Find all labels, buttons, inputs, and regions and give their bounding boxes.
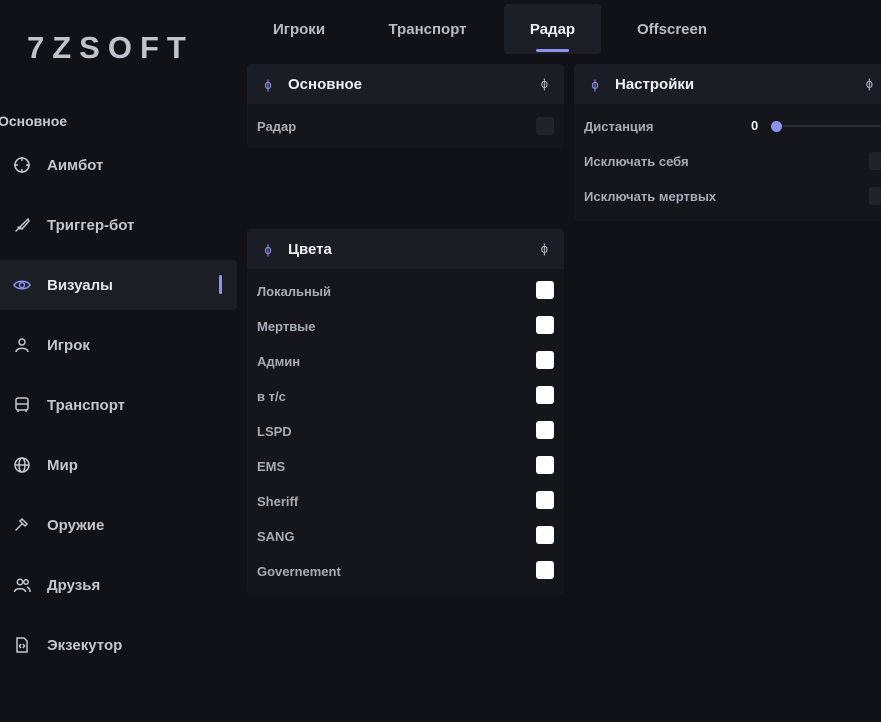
exclude-self-checkbox[interactable] [869, 152, 881, 170]
color-swatch[interactable] [536, 491, 554, 509]
color-label: в т/с [257, 388, 286, 404]
sidebar-item-label: Игрок [47, 336, 90, 354]
sidebar-item-weapons[interactable]: Оружие [0, 500, 237, 550]
app-window: 7ZSOFT Основное Аимбот Триггер-бот Визуа… [0, 0, 881, 722]
color-row-admin: Админ [257, 350, 554, 372]
sidebar-item-label: Друзья [47, 576, 101, 594]
sidebar-item-label: Мир [47, 456, 78, 474]
color-swatch[interactable] [536, 561, 554, 579]
phi-icon[interactable]: ϕ [541, 241, 548, 256]
exclude-dead-row: Исключать мертвых [584, 185, 881, 207]
sidebar-item-aimbot[interactable]: Аимбот [0, 140, 237, 190]
color-label: Локальный [257, 283, 331, 299]
sidebar-item-friends[interactable]: Друзья [0, 560, 237, 610]
color-swatch[interactable] [536, 281, 554, 299]
sidebar-item-executor[interactable]: Экзекутор [0, 620, 237, 670]
exclude-self-row: Исключать себя [584, 150, 881, 172]
color-row-dead: Мертвые [257, 315, 554, 337]
sidebar-item-label: Аимбот [47, 156, 104, 174]
exclude-dead-label: Исключать мертвых [584, 188, 717, 204]
exclude-self-label: Исключать себя [584, 153, 689, 169]
color-label: Админ [257, 353, 301, 369]
sidebar-item-label: Триггер-бот [47, 216, 135, 234]
color-row-sheriff: Sheriff [257, 490, 554, 512]
color-label: EMS [257, 458, 286, 474]
phi-icon[interactable]: ϕ [866, 76, 873, 91]
panel-header: ϕ Настройки ϕ [574, 64, 881, 104]
color-row-local: Локальный [257, 280, 554, 302]
exclude-dead-checkbox[interactable] [869, 187, 881, 205]
tab-label: Транспорт [388, 20, 467, 38]
color-swatch[interactable] [536, 456, 554, 474]
color-row-in-vehicle: в т/с [257, 385, 554, 407]
sidebar-item-visuals[interactable]: Визуалы [0, 260, 237, 310]
color-label: SANG [257, 528, 295, 544]
tab-label: Игроки [272, 20, 326, 38]
eye-icon [13, 276, 31, 294]
color-swatch[interactable] [536, 316, 554, 334]
color-row-government: Governement [257, 560, 554, 582]
sidebar-item-triggerbot[interactable]: Триггер-бот [0, 200, 237, 250]
panel-title: Настройки [615, 75, 695, 93]
phi-icon: ϕ [591, 76, 599, 92]
tab-radar[interactable]: Радар [504, 4, 601, 54]
color-label: LSPD [257, 423, 292, 439]
color-swatch[interactable] [536, 526, 554, 544]
crosshair-icon [13, 156, 31, 174]
sidebar-item-world[interactable]: Мир [0, 440, 237, 490]
hammer-icon [13, 516, 31, 534]
panel-title: Цвета [288, 240, 332, 258]
logo: 7ZSOFT [27, 30, 194, 65]
color-swatch[interactable] [536, 386, 554, 404]
distance-value: 0 [751, 118, 759, 133]
tab-label: Offscreen [636, 20, 708, 38]
tab-transport[interactable]: Транспорт [371, 4, 484, 54]
color-swatch[interactable] [536, 421, 554, 439]
phi-icon: ϕ [264, 241, 272, 257]
radar-checkbox[interactable] [536, 117, 554, 135]
panel-header: ϕ Основное ϕ [247, 64, 564, 104]
tab-active-underline [536, 49, 569, 52]
color-label: Sheriff [257, 493, 299, 509]
radar-label: Радар [257, 118, 297, 134]
sidebar-section-label: Основное [0, 113, 68, 129]
users-icon [13, 576, 31, 594]
color-label: Мертвые [257, 318, 316, 334]
knife-icon [13, 216, 31, 234]
code-file-icon [13, 636, 31, 654]
color-row-sang: SANG [257, 525, 554, 547]
panel-header: ϕ Цвета ϕ [247, 229, 564, 269]
sidebar-item-transport[interactable]: Транспорт [0, 380, 237, 430]
phi-icon: ϕ [264, 76, 272, 92]
radar-row: Радар [257, 115, 554, 137]
color-swatch[interactable] [536, 351, 554, 369]
sidebar-item-label: Транспорт [47, 396, 126, 414]
tab-players[interactable]: Игроки [253, 4, 345, 54]
sidebar-item-label: Визуалы [47, 276, 113, 294]
distance-slider-track[interactable] [776, 125, 881, 127]
color-row-ems: EMS [257, 455, 554, 477]
bus-icon [13, 396, 31, 414]
globe-icon [13, 456, 31, 474]
panel-title: Основное [288, 75, 363, 93]
panel-main: ϕ Основное ϕ Радар [247, 64, 564, 148]
color-row-lspd: LSPD [257, 420, 554, 442]
tab-offscreen[interactable]: Offscreen [621, 4, 723, 54]
distance-label: Дистанция [584, 118, 654, 134]
active-indicator [219, 275, 222, 294]
sidebar-item-label: Экзекутор [47, 636, 123, 654]
user-icon [13, 336, 31, 354]
sidebar-item-player[interactable]: Игрок [0, 320, 237, 370]
tab-label: Радар [529, 20, 576, 38]
phi-icon[interactable]: ϕ [541, 76, 548, 91]
panel-settings: ϕ Настройки ϕ Дистанция Исключать себя И… [574, 64, 881, 221]
color-label: Governement [257, 563, 341, 579]
distance-slider-thumb[interactable] [771, 121, 782, 132]
sidebar-item-label: Оружие [47, 516, 105, 534]
panel-colors: ϕ Цвета ϕ Локальный Мертвые Админ в т/с … [247, 229, 564, 594]
